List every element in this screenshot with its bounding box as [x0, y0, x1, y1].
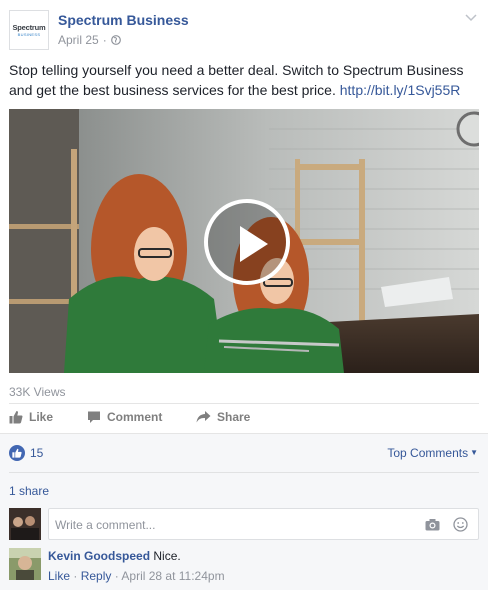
globe-icon — [110, 35, 121, 45]
smile-icon[interactable] — [453, 517, 468, 532]
comment: Kevin Goodspeed Nice. — [48, 549, 181, 563]
user-photo — [9, 508, 41, 540]
view-count: 33K Views — [9, 385, 66, 399]
comment-like-link[interactable]: Like — [48, 569, 70, 583]
page-logo[interactable]: Spectrum BUSINESS — [9, 10, 49, 50]
post-link[interactable]: http://bit.ly/1Svj55R — [340, 82, 461, 98]
page-name-link[interactable]: Spectrum Business — [58, 12, 189, 28]
commenter-photo — [9, 548, 41, 580]
avatar[interactable] — [9, 548, 41, 580]
thumbs-up-icon — [9, 411, 23, 424]
meta-separator: · — [102, 33, 107, 47]
comment-author[interactable]: Kevin Goodspeed — [48, 549, 150, 563]
comment-text: Nice. — [153, 549, 181, 563]
comment-button-label: Comment — [107, 410, 163, 424]
caret-down-icon: ▼ — [470, 448, 478, 457]
post-meta: April 25 · — [58, 33, 121, 47]
chevron-down-icon[interactable] — [464, 10, 478, 24]
feedback-area: 15 Top Comments ▼ 1 share Write a commen… — [0, 433, 488, 590]
video-player[interactable] — [9, 109, 479, 373]
comment-icon — [88, 411, 100, 423]
like-summary[interactable]: 15 — [9, 445, 43, 461]
meta-separator: · — [114, 569, 119, 583]
camera-icon[interactable] — [425, 518, 440, 531]
comment-reply-link[interactable]: Reply — [81, 569, 112, 583]
post-message: Stop telling yourself you need a better … — [9, 60, 479, 100]
avatar[interactable] — [9, 508, 41, 540]
action-bar: Like Comment Share — [9, 404, 250, 430]
top-comments-label: Top Comments — [387, 446, 469, 460]
comment-meta: Like · Reply · April 28 at 11:24pm — [48, 569, 225, 583]
comment-input[interactable] — [55, 516, 405, 534]
share-button[interactable]: Share — [196, 404, 250, 430]
top-comments-dropdown[interactable]: Top Comments ▼ — [387, 446, 478, 460]
divider — [9, 472, 479, 473]
share-button-label: Share — [217, 410, 251, 424]
play-icon — [240, 226, 268, 262]
comment-timestamp[interactable]: April 28 at 11:24pm — [121, 569, 224, 583]
play-button[interactable] — [204, 199, 290, 285]
logo-wordmark: Spectrum — [12, 22, 46, 32]
comment-composer[interactable] — [48, 508, 479, 540]
comment-button[interactable]: Comment — [87, 404, 196, 430]
meta-separator: · — [73, 569, 78, 583]
like-count: 15 — [30, 446, 44, 460]
share-icon — [196, 411, 211, 423]
like-button[interactable]: Like — [9, 404, 87, 430]
share-count-link[interactable]: 1 share — [9, 484, 49, 498]
like-reaction-icon — [9, 445, 25, 461]
logo-subtext: BUSINESS — [17, 31, 41, 37]
post-date[interactable]: April 25 — [58, 33, 99, 47]
facebook-post: Spectrum BUSINESS Spectrum Business Apri… — [0, 0, 488, 590]
like-button-label: Like — [29, 410, 54, 424]
